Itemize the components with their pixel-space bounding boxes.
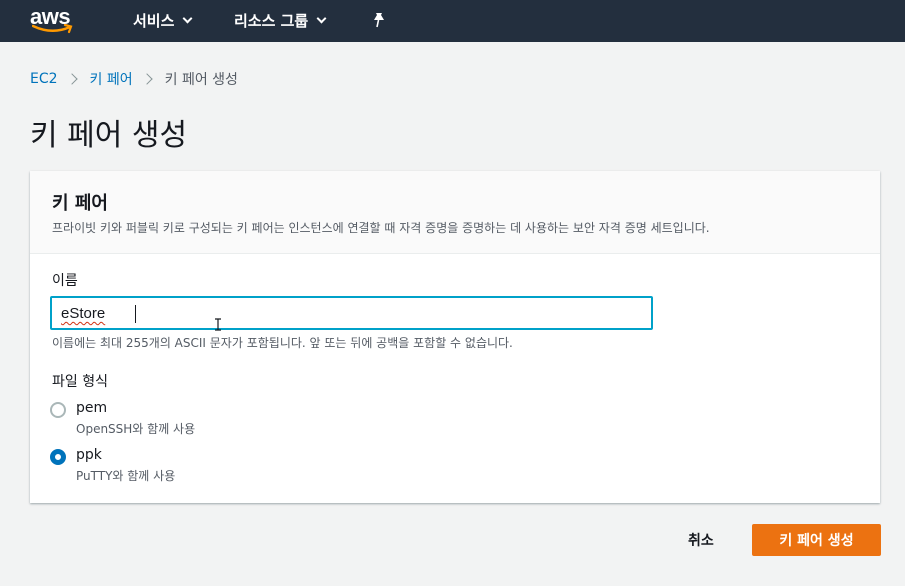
panel-title: 키 페어 [52, 193, 108, 214]
breadcrumb: EC2 키 페어 키 페어 생성 [30, 69, 238, 89]
chevron-down-icon [182, 13, 193, 24]
breadcrumb-key-pairs-link[interactable]: 키 페어 [90, 69, 133, 89]
breadcrumb-current: 키 페어 생성 [164, 72, 238, 88]
file-format-label: 파일 형식 [52, 374, 108, 390]
services-menu[interactable]: 서비스 [133, 10, 193, 31]
ppk-radio[interactable] [50, 449, 66, 465]
name-input-value: eStore [61, 305, 106, 322]
ppk-label: ppk [76, 447, 102, 463]
pem-radio[interactable] [50, 402, 66, 418]
key-pair-panel: 키 페어 프라이빗 키와 퍼블릭 키로 구성되는 키 페어는 인스턴스에 연결할… [30, 171, 880, 503]
name-label: 이름 [52, 273, 78, 289]
panel-description: 프라이빗 키와 퍼블릭 키로 구성되는 키 페어는 인스턴스에 연결할 때 자격… [52, 221, 710, 235]
resource-groups-label: 리소스 그룹 [234, 12, 309, 30]
resource-groups-menu[interactable]: 리소스 그룹 [234, 10, 327, 31]
services-label: 서비스 [133, 12, 175, 30]
cancel-button[interactable]: 취소 [688, 530, 714, 550]
text-cursor-icon [215, 318, 221, 331]
top-navigation-bar: aws 서비스 리소스 그룹 [0, 0, 905, 42]
aws-smile-icon [32, 24, 73, 34]
breadcrumb-ec2-link[interactable]: EC2 [30, 71, 58, 87]
aws-logo[interactable]: aws [30, 4, 78, 36]
name-hint: 이름에는 최대 255개의 ASCII 문자가 포함됩니다. 앞 또는 뒤에 공… [52, 336, 513, 350]
pin-icon[interactable] [372, 12, 386, 28]
page-title: 키 페어 생성 [30, 118, 188, 153]
text-caret [135, 305, 136, 323]
ppk-description: PuTTY와 함께 사용 [76, 469, 176, 483]
panel-header: 키 페어 프라이빗 키와 퍼블릭 키로 구성되는 키 페어는 인스턴스에 연결할… [30, 171, 880, 254]
chevron-right-icon [140, 73, 153, 85]
pem-description: OpenSSH와 함께 사용 [76, 422, 196, 436]
name-input[interactable] [50, 296, 653, 330]
chevron-right-icon [65, 73, 78, 85]
chevron-down-icon [316, 13, 327, 24]
create-key-pair-button[interactable]: 키 페어 생성 [752, 524, 881, 556]
pem-label: pem [76, 400, 108, 416]
